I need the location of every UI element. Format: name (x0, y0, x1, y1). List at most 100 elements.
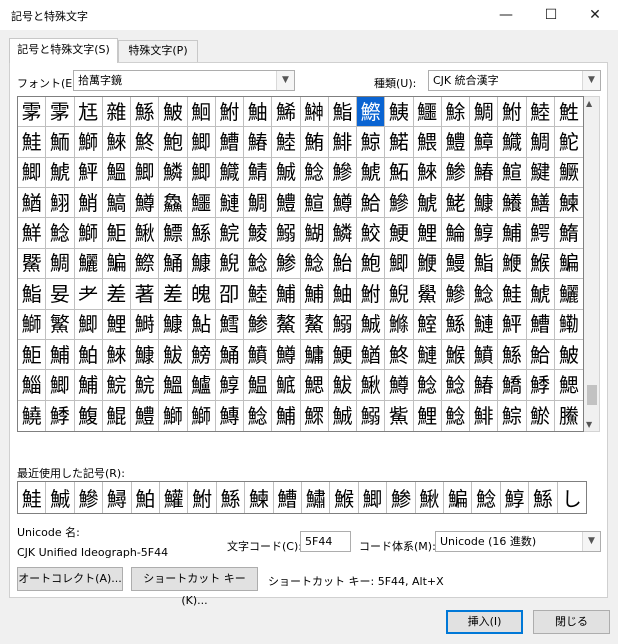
symbol-cell[interactable]: 鮑 (159, 127, 188, 158)
symbol-cell[interactable]: 鰐 (526, 218, 555, 249)
symbol-cell[interactable]: 鰤 (188, 400, 216, 431)
symbol-cell[interactable]: 鯸 (441, 339, 470, 371)
symbol-cell[interactable]: 鱺 (554, 279, 583, 310)
symbol-cell[interactable]: 鯽 (131, 157, 160, 189)
symbol-cell[interactable]: 鱸 (187, 370, 216, 401)
symbol-cell[interactable]: 鱧 (441, 127, 470, 158)
symbol-cell[interactable]: 鯡 (328, 127, 357, 158)
symbol-cell[interactable]: 鰷 (385, 309, 414, 340)
recent-symbol-cell[interactable]: 鯎 (46, 482, 75, 513)
symbol-cell[interactable]: 鯰 (300, 157, 329, 189)
symbol-cell[interactable]: 鯀 (441, 309, 470, 340)
symbol-cell[interactable]: 鯖 (244, 157, 273, 189)
symbol-cell[interactable]: 鱄 (216, 400, 244, 431)
symbol-cell[interactable]: 鱝 (244, 339, 273, 371)
symbol-cell[interactable]: 鰰 (300, 97, 329, 128)
symbol-cell[interactable]: 鰶 (357, 97, 386, 128)
symbol-cell[interactable]: 鯇 (131, 370, 160, 401)
symbol-cell[interactable]: 鰤 (74, 218, 103, 249)
symbol-cell[interactable]: 鱆 (470, 127, 499, 158)
symbol-cell[interactable]: 鰲 (272, 309, 301, 340)
symbol-cell[interactable]: 鱺 (74, 248, 103, 280)
symbol-cell[interactable]: 鰤 (18, 309, 47, 340)
symbol-cell[interactable]: 鰙 (385, 127, 414, 158)
symbol-cell[interactable]: 鯽 (74, 309, 103, 340)
recent-symbol-cell[interactable]: 鯙 (501, 482, 530, 513)
symbol-cell[interactable]: 鯾 (498, 248, 527, 280)
symbol-cell[interactable]: 差 (102, 279, 131, 310)
symbol-cell[interactable]: 鰝 (102, 188, 131, 219)
symbol-cell[interactable]: 鯰 (470, 279, 499, 310)
symbol-cell[interactable]: 鮃 (498, 309, 527, 340)
symbol-cell[interactable]: 鮒 (357, 279, 386, 310)
symbol-cell[interactable]: 鰱 (470, 309, 499, 340)
recent-symbol-cell[interactable]: 鱐 (302, 482, 331, 513)
symbol-cell[interactable]: 鮒 (215, 97, 244, 128)
symbol-cell[interactable]: 鯰 (244, 248, 273, 280)
symbol-cell[interactable]: 鯔 (18, 370, 47, 401)
shortcut-key-button[interactable]: ショートカット キー(K)... (131, 567, 258, 607)
symbol-cell[interactable]: 鱇 (131, 339, 160, 371)
symbol-cell[interactable]: 鯆 (74, 370, 103, 401)
recent-symbol-cell[interactable]: 鱹 (160, 482, 189, 513)
symbol-cell[interactable]: 鮊 (74, 339, 103, 371)
symbol-cell[interactable]: 鯲 (527, 400, 555, 431)
minimize-button[interactable]: — (495, 5, 517, 25)
recent-symbol-cell[interactable]: 鯽 (359, 482, 388, 513)
recent-symbol-cell[interactable]: 鮭 (18, 482, 47, 513)
symbol-cell[interactable]: 鮋 (244, 97, 273, 128)
symbol-cell[interactable]: 鰥 (301, 400, 329, 431)
symbol-cell[interactable]: 鯰 (300, 248, 329, 280)
recent-symbol-cell[interactable]: 鯵 (387, 482, 416, 513)
symbol-cell[interactable]: 鯇 (102, 370, 131, 401)
symbol-cell[interactable]: 鰟 (187, 339, 216, 371)
symbol-cell[interactable]: 鯛 (526, 127, 555, 158)
symbol-cell[interactable]: 鯒 (215, 339, 244, 371)
symbol-cell[interactable]: 鯱 (413, 188, 442, 219)
symbol-cell[interactable]: 鯆 (272, 279, 301, 310)
symbol-cell[interactable]: 鮧 (385, 97, 414, 128)
symbol-cell[interactable]: 鯙 (215, 370, 244, 401)
scroll-up-icon[interactable]: ▲ (586, 99, 592, 108)
symbol-cell[interactable]: 鮫 (357, 218, 386, 249)
symbol-cell[interactable]: 鯎 (272, 157, 301, 189)
tab-special-characters[interactable]: 特殊文字(P) (118, 40, 198, 62)
symbol-cell[interactable]: 鮑 (357, 248, 386, 280)
symbol-cell[interactable]: 鮁 (159, 339, 188, 371)
symbol-cell[interactable]: 鰚 (498, 157, 527, 189)
symbol-cell[interactable]: 鰃 (413, 127, 442, 158)
symbol-cell[interactable]: 鮗 (131, 127, 160, 158)
symbol-cell[interactable]: 鱇 (159, 309, 188, 340)
tab-symbols[interactable]: 記号と特殊文字(S) (9, 38, 118, 63)
symbol-cell[interactable]: 鮔 (18, 339, 47, 371)
symbol-cell[interactable]: 鰽 (215, 127, 244, 158)
symbol-cell[interactable]: 鯰 (442, 400, 470, 431)
symbol-cell[interactable]: 鰤 (159, 400, 188, 431)
symbol-cell[interactable]: 鯆 (46, 339, 75, 371)
symbol-cell[interactable]: 鱻 (159, 188, 188, 219)
symbol-cell[interactable]: 鮭 (18, 127, 47, 158)
symbol-cell[interactable]: 鰊 (554, 188, 583, 219)
symbol-cell[interactable]: 鰧 (555, 401, 583, 431)
symbol-cell[interactable]: 鮏 (554, 97, 583, 128)
symbol-cell[interactable]: 妟 (46, 279, 75, 310)
symbol-cell[interactable]: 鯨 (357, 127, 386, 158)
symbol-cell[interactable]: 鱗 (159, 157, 188, 189)
symbol-cell[interactable]: 鯰 (46, 218, 75, 249)
symbol-cell[interactable]: 鯪 (244, 218, 273, 249)
symbol-cell[interactable]: 鯮 (498, 400, 527, 431)
symbol-cell[interactable]: 鮍 (159, 97, 188, 128)
symbol-cell[interactable]: 鰤 (74, 127, 103, 158)
symbol-cell[interactable]: 鮎 (187, 309, 216, 340)
symbol-cell[interactable]: 鮱 (441, 188, 470, 219)
symbol-cell[interactable]: 鰘 (413, 309, 442, 340)
symbol-cell[interactable]: 鰺 (441, 279, 470, 310)
symbol-cell[interactable]: 鮽 (441, 97, 470, 128)
symbol-cell[interactable]: 鰣 (131, 309, 160, 340)
symbol-cell[interactable]: 鮀 (554, 127, 583, 158)
symbol-cell[interactable]: 鮁 (328, 370, 357, 401)
symbol-cell[interactable]: 鯒 (159, 248, 188, 280)
symbol-cell[interactable]: 鱧 (272, 188, 301, 219)
symbol-cell[interactable]: 鯵 (272, 248, 301, 280)
insert-button[interactable]: 挿入(I) (446, 610, 523, 634)
